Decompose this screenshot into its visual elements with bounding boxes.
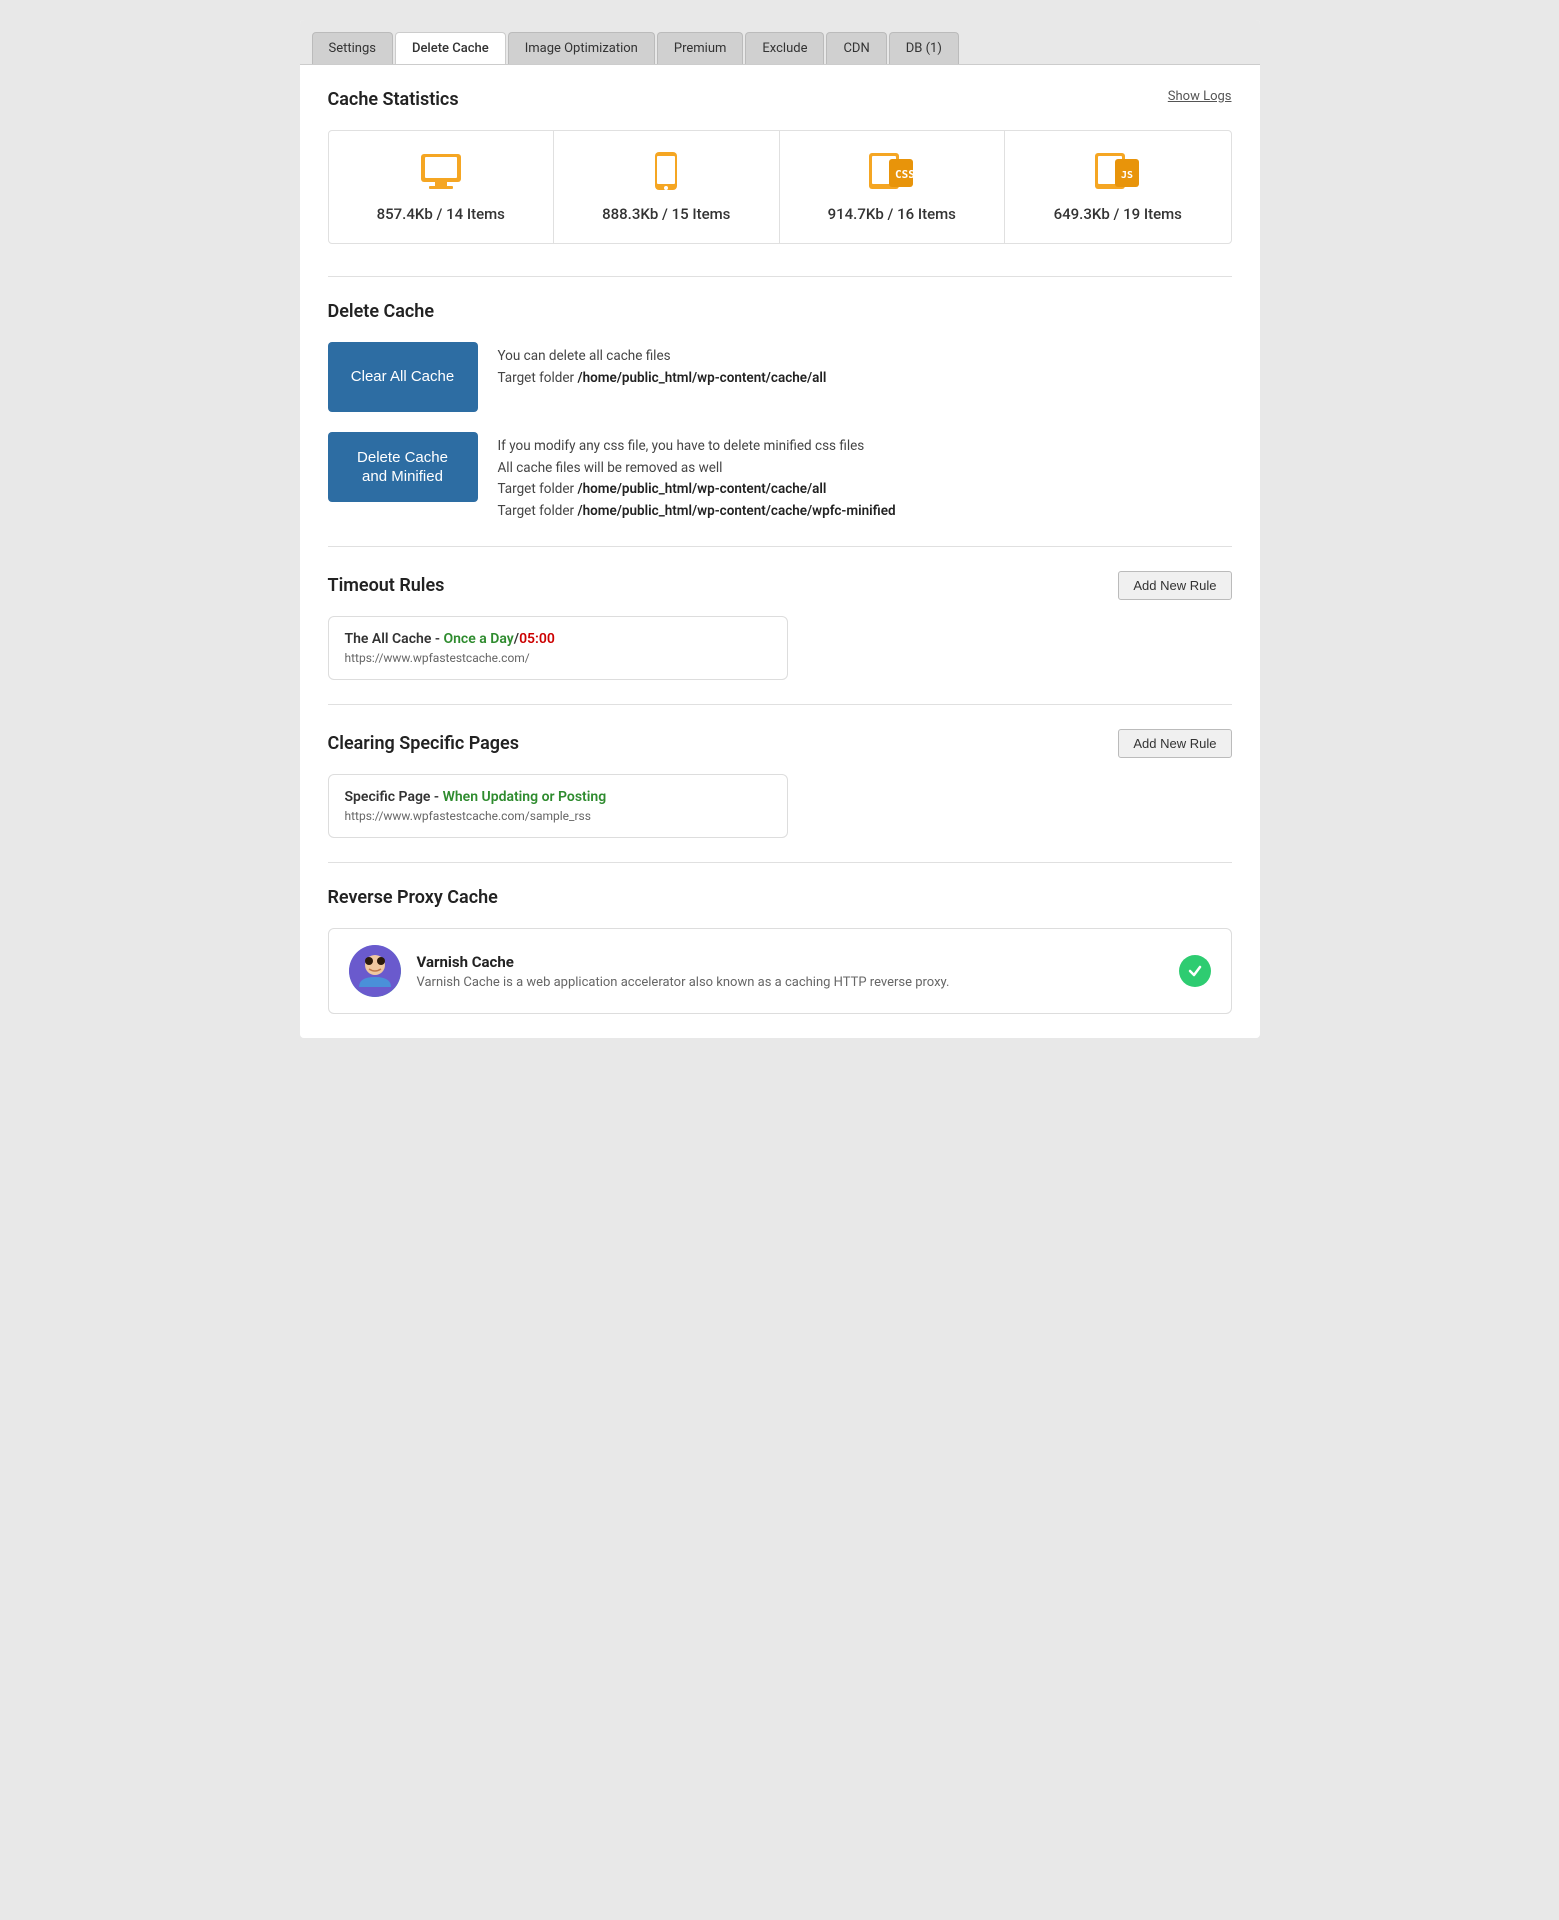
stats-grid: 857.4Kb / 14 Items 888.3Kb / 15 Items — [328, 130, 1232, 244]
delete-minified-desc-line1: If you modify any css file, you have to … — [498, 436, 896, 458]
tab-delete-cache[interactable]: Delete Cache — [395, 32, 506, 64]
mobile-icon — [641, 151, 691, 193]
stat-mobile-value: 888.3Kb / 15 Items — [602, 205, 730, 223]
timeout-rules-section: Timeout Rules Add New Rule The All Cache… — [328, 571, 1232, 680]
delete-cache-minified-button[interactable]: Delete Cache and Minified — [328, 432, 478, 502]
timeout-add-rule-button[interactable]: Add New Rule — [1118, 571, 1231, 600]
tab-exclude[interactable]: Exclude — [745, 32, 824, 64]
tab-bar: Settings Delete Cache Image Optimization… — [300, 20, 1260, 64]
clearing-page-title: Specific Page - When Updating or Posting — [345, 789, 771, 805]
delete-minified-line4-prefix: Target folder — [498, 503, 578, 519]
timeout-rules-title: Timeout Rules — [328, 575, 445, 596]
varnish-description: Varnish Cache is a web application accel… — [417, 975, 950, 990]
timeout-rules-header: Timeout Rules Add New Rule — [328, 571, 1232, 600]
clearing-page-green: When Updating or Posting — [443, 789, 607, 805]
content-area: Show Logs Cache Statistics 857.4Kb / 14 … — [300, 64, 1260, 1038]
clear-all-action: Clear All Cache You can delete all cache… — [328, 342, 1232, 412]
tab-settings[interactable]: Settings — [312, 32, 393, 64]
js-icon: JS — [1093, 151, 1143, 193]
clear-all-desc-line2-prefix: Target folder — [498, 370, 578, 386]
delete-minified-desc-line2: All cache files will be removed as well — [498, 458, 896, 480]
clearing-page-url: https://www.wpfastestcache.com/sample_rs… — [345, 809, 771, 823]
delete-minified-line3-prefix: Target folder — [498, 481, 578, 497]
show-logs-link[interactable]: Show Logs — [1168, 89, 1232, 104]
clearing-pages-add-rule-button[interactable]: Add New Rule — [1118, 729, 1231, 758]
timeout-rule-item: The All Cache - Once a Day/05:00 https:/… — [328, 616, 788, 680]
timeout-rule-green: Once a Day — [443, 631, 513, 647]
divider-2 — [328, 546, 1232, 547]
timeout-rule-red: 05:00 — [519, 631, 555, 647]
tab-image-optimization[interactable]: Image Optimization — [508, 32, 655, 64]
css-icon: CSS — [867, 151, 917, 193]
stat-css-value: 914.7Kb / 16 Items — [828, 205, 956, 223]
cache-statistics-section: Show Logs Cache Statistics 857.4Kb / 14 … — [328, 89, 1232, 244]
svg-text:CSS: CSS — [895, 168, 915, 181]
reverse-proxy-section: Reverse Proxy Cache Varnish Cache Varnis… — [328, 887, 1232, 1014]
stat-js: JS 649.3Kb / 19 Items — [1005, 131, 1231, 243]
clearing-pages-section: Clearing Specific Pages Add New Rule Spe… — [328, 729, 1232, 838]
main-container: Settings Delete Cache Image Optimization… — [300, 20, 1260, 1038]
tab-premium[interactable]: Premium — [657, 32, 744, 64]
reverse-proxy-title: Reverse Proxy Cache — [328, 887, 1232, 908]
clear-all-desc-line2: Target folder /home/public_html/wp-conte… — [498, 368, 827, 390]
divider-4 — [328, 862, 1232, 863]
clear-all-desc-line2-bold: /home/public_html/wp-content/cache/all — [577, 370, 826, 386]
clear-all-cache-button[interactable]: Clear All Cache — [328, 342, 478, 412]
delete-minified-desc-line3: Target folder /home/public_html/wp-conte… — [498, 479, 896, 501]
clearing-page-prefix: Specific Page - — [345, 789, 443, 805]
stat-js-value: 649.3Kb / 19 Items — [1054, 205, 1182, 223]
stat-desktop: 857.4Kb / 14 Items — [329, 131, 555, 243]
delete-minified-line4-bold: /home/public_html/wp-content/cache/wpfc-… — [577, 503, 895, 519]
varnish-check-icon — [1179, 955, 1211, 987]
timeout-rule-url: https://www.wpfastestcache.com/ — [345, 651, 771, 665]
varnish-avatar — [349, 945, 401, 997]
timeout-rule-title: The All Cache - Once a Day/05:00 — [345, 631, 771, 647]
delete-minified-desc: If you modify any css file, you have to … — [498, 432, 896, 522]
divider-1 — [328, 276, 1232, 277]
clearing-pages-header: Clearing Specific Pages Add New Rule — [328, 729, 1232, 758]
stat-mobile: 888.3Kb / 15 Items — [554, 131, 780, 243]
varnish-card: Varnish Cache Varnish Cache is a web app… — [328, 928, 1232, 1014]
delete-cache-section: Delete Cache Clear All Cache You can del… — [328, 301, 1232, 522]
clear-all-desc-line1: You can delete all cache files — [498, 346, 827, 368]
delete-minified-action: Delete Cache and Minified If you modify … — [328, 432, 1232, 522]
tab-db[interactable]: DB (1) — [889, 32, 959, 64]
delete-minified-line3-bold: /home/public_html/wp-content/cache/all — [577, 481, 826, 497]
divider-3 — [328, 704, 1232, 705]
clear-all-desc: You can delete all cache files Target fo… — [498, 342, 827, 389]
stat-desktop-value: 857.4Kb / 14 Items — [377, 205, 505, 223]
stat-css: CSS 914.7Kb / 16 Items — [780, 131, 1006, 243]
clearing-page-item: Specific Page - When Updating or Posting… — [328, 774, 788, 838]
clearing-pages-title: Clearing Specific Pages — [328, 733, 520, 754]
monitor-icon — [416, 151, 466, 193]
delete-cache-title: Delete Cache — [328, 301, 1232, 322]
cache-statistics-title: Cache Statistics — [328, 89, 1232, 110]
delete-minified-desc-line4: Target folder /home/public_html/wp-conte… — [498, 501, 896, 523]
varnish-info: Varnish Cache Varnish Cache is a web app… — [417, 953, 950, 990]
tab-cdn[interactable]: CDN — [826, 32, 886, 64]
varnish-name: Varnish Cache — [417, 953, 950, 971]
svg-text:JS: JS — [1121, 170, 1133, 181]
timeout-rule-prefix: The All Cache - — [345, 631, 444, 647]
